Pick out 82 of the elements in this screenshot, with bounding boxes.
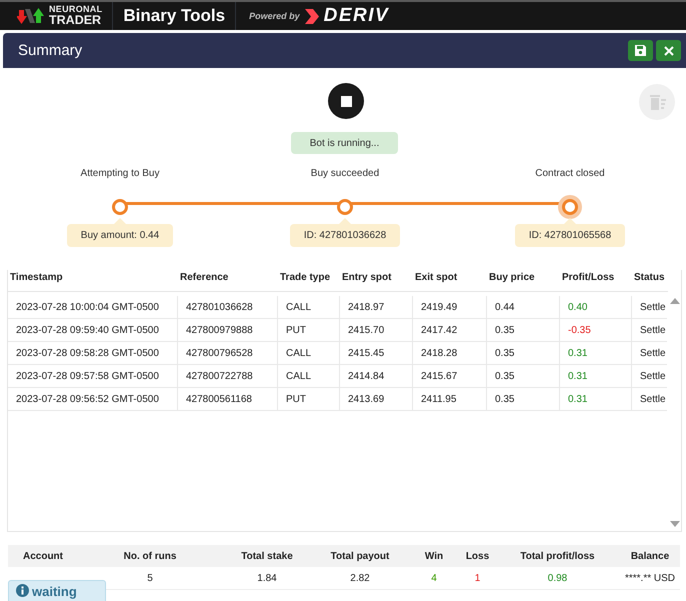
table-cell: 427800561168 [178, 388, 278, 411]
table-cell: 4 [431, 572, 437, 584]
table-cell: CALL [278, 296, 340, 319]
table-cell: 0.35 [487, 365, 560, 388]
table-cell: 2.82 [350, 572, 370, 584]
close-button[interactable] [656, 40, 681, 61]
table-cell: 2023-07-28 09:58:28 GMT-0500 [8, 342, 178, 365]
table-cell: 2023-07-28 09:57:58 GMT-0500 [8, 365, 178, 388]
save-icon [635, 45, 646, 56]
table-cell: 0.31 [560, 365, 632, 388]
callout-pointer [564, 218, 576, 224]
app-title: Binary Tools [113, 2, 236, 30]
table-cell: 2418.97 [340, 296, 413, 319]
table-cell: 2418.28 [413, 342, 487, 365]
table-cell: 2415.67 [413, 365, 487, 388]
stop-button[interactable] [328, 83, 364, 119]
table-cell: 2413.69 [340, 388, 413, 411]
column-header: Win [408, 545, 460, 567]
column-header: Total stake [222, 545, 312, 567]
table-cell: 2415.70 [340, 319, 413, 342]
logo-text: TRADER [49, 14, 102, 27]
step-label: Attempting to Buy [80, 168, 160, 181]
column-header: Buy price [487, 270, 560, 292]
table-cell: 427800722788 [178, 365, 278, 388]
column-header: Total payout [312, 545, 408, 567]
table-cell: 0.31 [560, 342, 632, 365]
column-header: Reference [178, 270, 278, 292]
table-cell: 0.35 [487, 342, 560, 365]
column-header: Balance [620, 545, 680, 567]
status-badge: Bot is running... [291, 132, 398, 154]
table-cell: ****.** USD [624, 572, 676, 584]
notification-text: waiting [32, 584, 77, 599]
table-cell: 0.44 [487, 296, 560, 319]
table-cell: 2414.84 [340, 365, 413, 388]
powered-by-label: Powered by [249, 11, 300, 21]
table-cell: 2411.95 [413, 388, 487, 411]
table-cell: 0.31 [560, 388, 632, 411]
table-cell: 427801036628 [178, 296, 278, 319]
column-header: Trade type [278, 270, 340, 292]
table-cell: 427800796528 [178, 342, 278, 365]
table-cell: -0.35 [560, 319, 632, 342]
panel-title: Summary [18, 42, 84, 59]
table-cell: 0.35 [487, 388, 560, 411]
info-icon [16, 584, 29, 597]
column-header: Timestamp [8, 270, 178, 292]
close-icon [664, 46, 674, 56]
table-cell: 427800979888 [178, 319, 278, 342]
table-cell: 2023-07-28 09:56:52 GMT-0500 [8, 388, 178, 411]
trash-icon [648, 94, 666, 110]
table-cell: PUT [278, 388, 340, 411]
step-label: Buy succeeded [310, 168, 380, 181]
table-cell: 2417.42 [413, 319, 487, 342]
callout-pointer [338, 218, 351, 224]
table-cell: 2023-07-28 09:59:40 GMT-0500 [8, 319, 178, 342]
column-header: Total profit/loss [495, 545, 620, 567]
column-header: No. of runs [78, 545, 222, 567]
table-cell: 0.98 [548, 572, 568, 584]
table-cell: PUT [278, 319, 340, 342]
table-cell: CALL [278, 342, 340, 365]
stop-icon [340, 96, 352, 106]
column-header: Entry spot [340, 270, 413, 292]
brand-name: DERIV [324, 5, 390, 27]
table-cell: 2023-07-28 10:00:04 GMT-0500 [8, 296, 178, 319]
table-cell: CALL [278, 365, 340, 388]
column-header: Exit spot [413, 270, 487, 292]
column-header: Account [8, 545, 78, 567]
column-header: Loss [460, 545, 495, 567]
column-header: Status [632, 270, 668, 292]
table-cell: 1.84 [257, 572, 277, 584]
table-cell: 2419.49 [413, 296, 487, 319]
callout-pointer [114, 218, 126, 224]
save-button[interactable] [628, 40, 653, 61]
table-cell: 2415.45 [340, 342, 413, 365]
logo-text: NEURONAL [49, 5, 102, 14]
table-cell: 1 [474, 572, 480, 584]
chevron-logo-icon [304, 8, 320, 24]
table-cell: 5 [147, 572, 153, 584]
step-label: Contract closed [535, 168, 605, 181]
column-header: Profit/Loss [560, 270, 632, 292]
table-cell: 0.35 [487, 319, 560, 342]
table-cell: 0.40 [560, 296, 632, 319]
logo-icon [17, 7, 45, 25]
